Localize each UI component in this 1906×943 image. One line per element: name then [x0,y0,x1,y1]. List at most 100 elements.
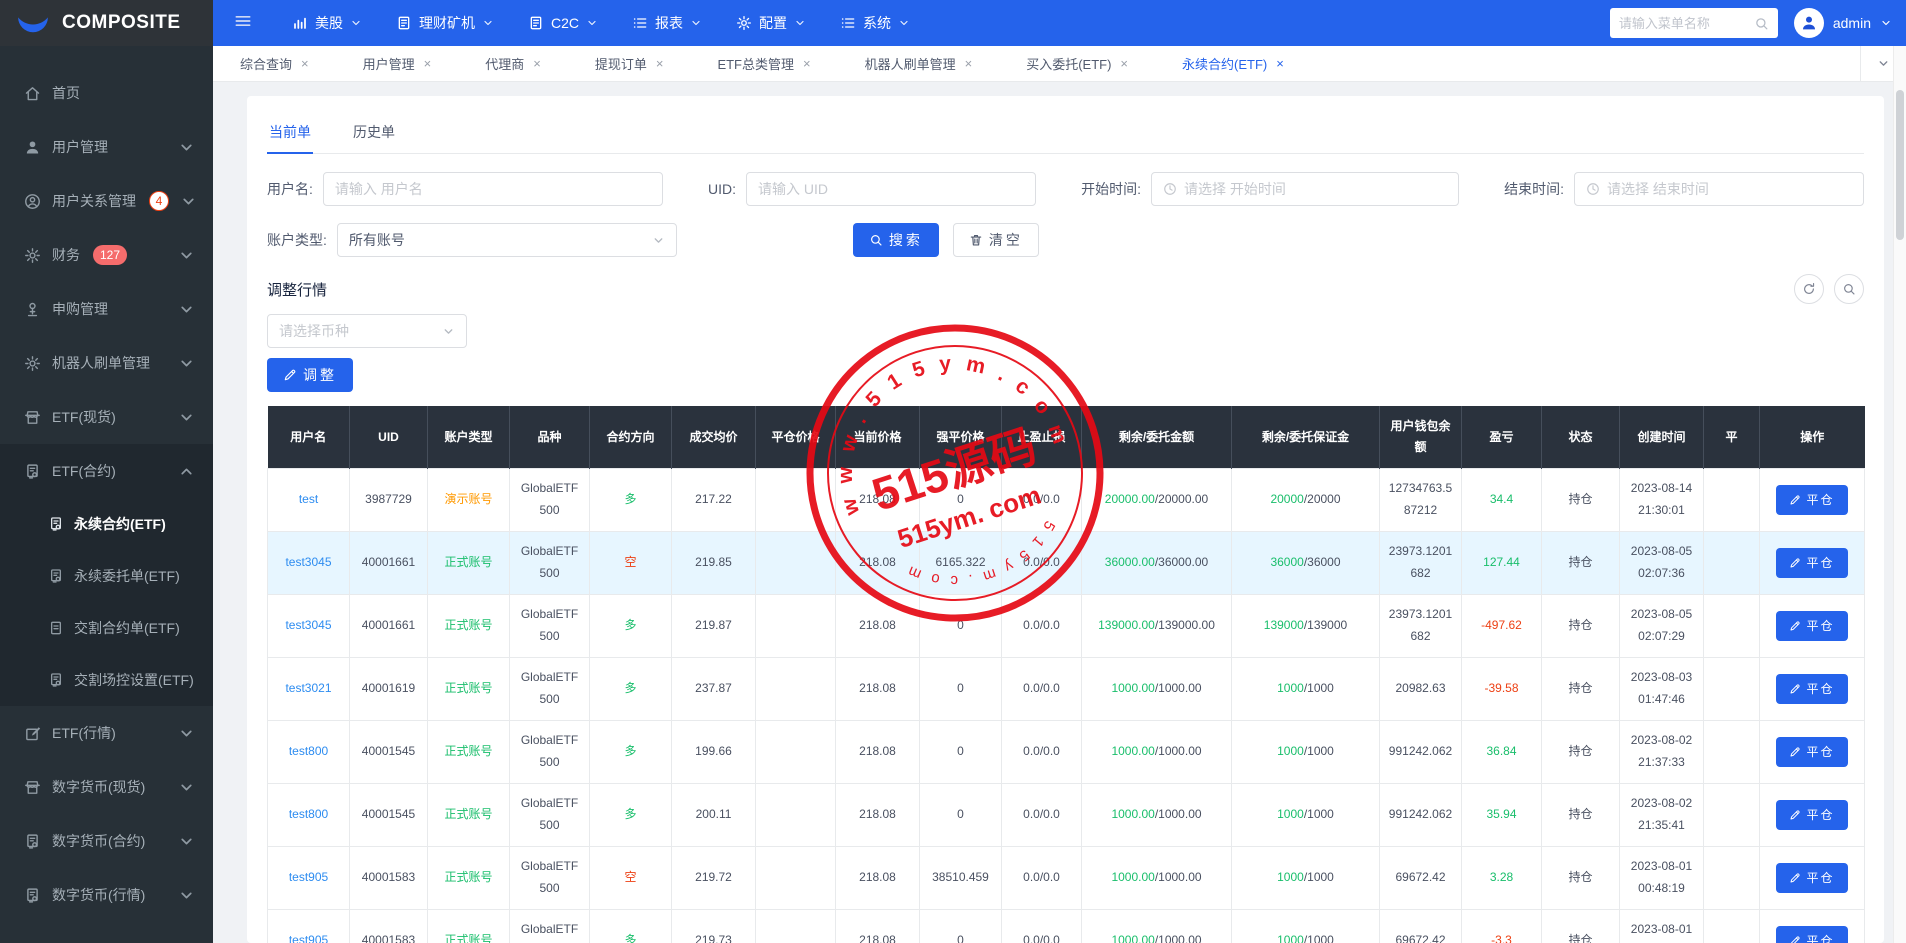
nav-menu-label: 美股 [315,15,343,31]
sidebar-item-0[interactable]: 首页 [0,66,213,120]
nav-menu-5[interactable]: 系统 [823,0,927,46]
menu-search-box[interactable] [1609,8,1778,38]
close-position-button[interactable]: 平仓 [1776,484,1848,515]
close-icon[interactable]: × [803,56,811,71]
close-position-label: 平仓 [1806,871,1835,885]
nav-menu-4[interactable]: 配置 [719,0,823,46]
tab-current-orders[interactable]: 当前单 [267,112,313,154]
sidebar-item-7[interactable]: ETF(合约) [0,444,213,498]
nav-menu-1[interactable]: 理财矿机 [379,0,511,46]
sidebar-item-11[interactable]: 数字货币(行情) [0,868,213,922]
user-link[interactable]: test [299,492,318,506]
close-position-button[interactable]: 平仓 [1776,925,1848,943]
account-type-select[interactable]: 所有账号 [336,223,677,257]
sidebar-subitem-7-3[interactable]: 交割场控设置(ETF) [0,654,213,706]
end-time-picker[interactable] [1574,172,1864,206]
open-tab-3[interactable]: 提现订单 × [568,46,691,81]
close-icon[interactable]: × [301,56,309,71]
open-tab-0[interactable]: 综合查询 × [213,46,336,81]
user-link[interactable]: test800 [289,744,328,758]
direction-label: 多 [624,932,637,943]
sidebar-subitem-7-2[interactable]: 交割合约单(ETF) [0,602,213,654]
menu-search-input[interactable] [1618,15,1754,31]
cell-status: 持仓 [1541,782,1620,847]
nav-menu-0[interactable]: 美股 [275,0,379,46]
cell-created: 2023-08-02 21:35:41 [1619,782,1704,847]
close-icon[interactable]: × [965,56,973,71]
close-position-button[interactable]: 平仓 [1776,610,1848,641]
username-input[interactable] [334,181,651,197]
chevron-down-icon [178,355,195,372]
close-position-button[interactable]: 平仓 [1776,799,1848,830]
cell-status: 持仓 [1541,719,1620,784]
brand-logo: COMPOSITE [0,0,213,46]
zoom-button[interactable] [1834,274,1864,304]
user-link[interactable]: test905 [289,933,328,943]
uid-input[interactable] [758,181,1024,197]
tab-label: 提现订单 [594,57,647,72]
open-tab-6[interactable]: 买入委托(ETF) × [999,46,1155,81]
sidebar-item-10[interactable]: 数字货币(合约) [0,814,213,868]
brand-name: COMPOSITE [62,12,181,33]
user-link[interactable]: test905 [289,870,328,884]
user-name: admin [1832,15,1871,31]
nav-menu-3[interactable]: 报表 [615,0,719,46]
cell-actions: 平仓 [1759,845,1865,910]
close-position-button[interactable]: 平仓 [1776,736,1848,767]
scrollbar-thumb[interactable] [1896,90,1904,240]
clear-button[interactable]: 清空 [952,223,1039,257]
sidebar-item-6[interactable]: ETF(现货) [0,390,213,444]
open-tab-5[interactable]: 机器人刷单管理 × [838,46,1000,81]
end-time-input[interactable] [1607,181,1852,197]
user-link[interactable]: test800 [289,807,328,821]
sidebar-item-label: ETF(行情) [52,725,116,741]
close-icon[interactable]: × [533,56,541,71]
hamburger-menu-icon[interactable] [233,11,253,36]
sidebar-item-3[interactable]: 财务 127 [0,228,213,282]
cell-account-type: 演示账号 [427,467,510,532]
user-icon [24,139,41,156]
direction-label: 多 [624,806,637,821]
close-position-button[interactable]: 平仓 [1776,862,1848,893]
open-tab-2[interactable]: 代理商 × [458,46,568,81]
user-link[interactable]: test3045 [285,618,331,632]
chevron-down-icon [350,17,362,29]
tab-history-orders[interactable]: 历史单 [351,112,397,153]
cell-amount: 139000.00/139000.00 [1081,593,1232,658]
sidebar-item-5[interactable]: 机器人刷单管理 [0,336,213,390]
page-scrollbar[interactable] [1893,46,1906,943]
sidebar-item-4[interactable]: 申购管理 [0,282,213,336]
cell-tp-sl: 0.0/0.0 [1001,719,1082,784]
start-time-picker[interactable] [1151,172,1459,206]
user-link[interactable]: test3045 [285,555,331,569]
sidebar-item-9[interactable]: 数字货币(现货) [0,760,213,814]
sidebar-item-2[interactable]: 用户关系管理 4 [0,174,213,228]
start-time-input[interactable] [1184,181,1447,197]
close-icon[interactable]: × [656,56,664,71]
list-icon [840,15,856,31]
coin-select[interactable]: 请选择币种 [267,314,467,348]
cell-avg-price: 219.73 [671,908,756,943]
user-menu[interactable]: admin [1793,8,1892,38]
close-position-button[interactable]: 平仓 [1776,547,1848,578]
close-icon[interactable]: × [1276,56,1284,71]
sidebar-item-8[interactable]: ETF(行情) [0,706,213,760]
cell-amount: 1000.00/1000.00 [1081,719,1232,784]
positions-table: 用户名 UID 账户类型 品种 合约方向 成交均价 平仓价格 当前价格 强平价格 止盈止损 剩余/委… [267,406,1865,943]
close-icon[interactable]: × [1120,56,1128,71]
sidebar-item-1[interactable]: 用户管理 [0,120,213,174]
nav-menu-2[interactable]: C2C [511,0,615,46]
open-tab-4[interactable]: ETF总类管理 × [690,46,837,81]
cell-margin: 1000/1000 [1231,908,1380,943]
open-tab-7[interactable]: 永续合约(ETF) × [1155,46,1311,81]
sidebar-subitem-7-0[interactable]: 永续合约(ETF) [0,498,213,550]
close-position-button[interactable]: 平仓 [1776,673,1848,704]
user-link[interactable]: test3021 [285,681,331,695]
sidebar-subitem-7-1[interactable]: 永续委托单(ETF) [0,550,213,602]
open-tab-1[interactable]: 用户管理 × [336,46,459,81]
refresh-button[interactable] [1794,274,1824,304]
close-icon[interactable]: × [424,56,432,71]
search-button[interactable]: 搜索 [852,223,939,257]
adjust-button[interactable]: 调整 [267,358,353,392]
sidebar-subitem-label: 永续合约(ETF) [74,516,166,532]
